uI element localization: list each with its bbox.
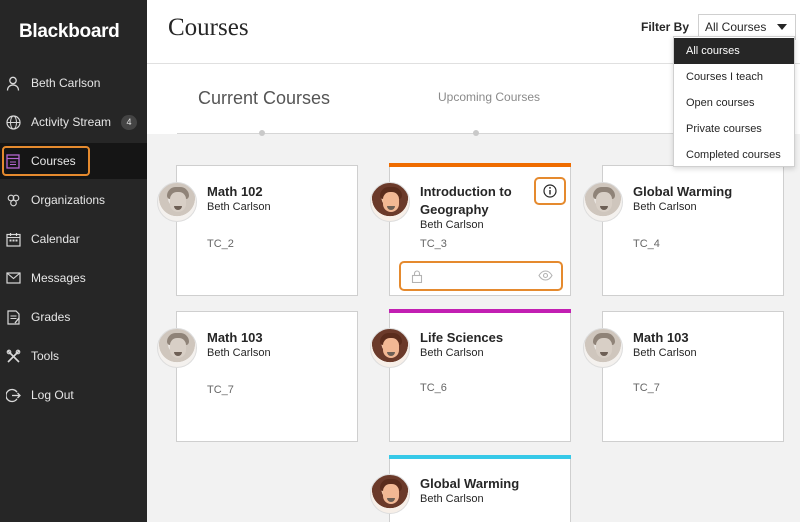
blackboard-logo[interactable]: Blackboard bbox=[0, 0, 147, 64]
course-instructor: Beth Carlson bbox=[633, 347, 725, 359]
course-card[interactable]: Math 103 Beth Carlson TC_7 bbox=[157, 311, 358, 442]
sidebar: Blackboard Beth Carlson Activity Stream … bbox=[0, 0, 147, 522]
course-card[interactable]: Introduction to Geography Beth Carlson T… bbox=[370, 163, 571, 296]
eye-icon[interactable] bbox=[538, 270, 553, 281]
course-instructor: Beth Carlson bbox=[207, 201, 277, 213]
course-instructor: Beth Carlson bbox=[420, 219, 490, 231]
course-card[interactable]: Life Sciences Beth Carlson TC_6 bbox=[370, 309, 571, 442]
course-id: TC_3 bbox=[420, 238, 447, 250]
filter-option-courses-i-teach[interactable]: Courses I teach bbox=[674, 64, 794, 90]
filter-option-open-courses[interactable]: Open courses bbox=[674, 90, 794, 116]
chevron-down-icon bbox=[777, 24, 787, 30]
avatar bbox=[370, 328, 410, 368]
course-color-bar bbox=[389, 163, 571, 167]
sidebar-item-label: Organizations bbox=[31, 193, 106, 207]
timeline-dot bbox=[473, 130, 479, 136]
course-title[interactable]: Life Sciences bbox=[420, 329, 540, 347]
avatar bbox=[370, 182, 410, 222]
filter-label: Filter By bbox=[641, 20, 690, 34]
avatar bbox=[370, 474, 410, 514]
sidebar-item-label: Log Out bbox=[31, 388, 74, 402]
filter-option-private-courses[interactable]: Private courses bbox=[674, 116, 794, 142]
sidebar-item-activity-stream[interactable]: Activity Stream 4 bbox=[0, 104, 147, 140]
sidebar-item-label: Calendar bbox=[31, 232, 80, 246]
course-card[interactable]: Math 103 Beth Carlson TC_7 bbox=[583, 311, 784, 442]
sidebar-item-log-out[interactable]: Log Out bbox=[0, 377, 147, 413]
course-color-bar bbox=[389, 455, 571, 459]
course-instructor: Beth Carlson bbox=[420, 347, 490, 359]
envelope-icon bbox=[5, 270, 21, 286]
user-icon bbox=[5, 75, 21, 91]
globe-icon bbox=[5, 114, 21, 130]
avatar bbox=[157, 182, 197, 222]
tools-icon bbox=[5, 348, 21, 364]
filter-dropdown-menu: All courses Courses I teach Open courses… bbox=[673, 36, 795, 167]
focus-outline bbox=[2, 146, 90, 176]
info-icon bbox=[543, 184, 557, 198]
course-actions-bar bbox=[399, 261, 563, 291]
lock-icon[interactable] bbox=[411, 270, 423, 283]
timeline-dot bbox=[259, 130, 265, 136]
sidebar-item-label: Tools bbox=[31, 349, 60, 363]
course-title[interactable]: Math 103 bbox=[633, 329, 753, 347]
grades-icon bbox=[5, 309, 21, 325]
sidebar-item-calendar[interactable]: Calendar bbox=[0, 221, 147, 257]
course-instructor: Beth Carlson bbox=[420, 493, 490, 505]
filter-selected-value: All Courses bbox=[705, 20, 767, 34]
avatar bbox=[157, 328, 197, 368]
tab-current-courses[interactable]: Current Courses bbox=[198, 88, 330, 109]
course-card[interactable]: Global Warming Beth Carlson TC_4 bbox=[583, 165, 784, 296]
course-id: TC_6 bbox=[420, 382, 447, 394]
course-instructor: Beth Carlson bbox=[207, 347, 277, 359]
course-title[interactable]: Global Warming bbox=[633, 183, 753, 201]
sidebar-item-label: Beth Carlson bbox=[31, 76, 101, 90]
course-title[interactable]: Introduction to Geography bbox=[420, 183, 540, 219]
page-title: Courses bbox=[168, 14, 249, 41]
avatar bbox=[583, 182, 623, 222]
course-color-bar bbox=[389, 309, 571, 313]
course-id: TC_7 bbox=[207, 384, 234, 396]
course-title[interactable]: Global Warming bbox=[420, 475, 540, 493]
course-instructor: Beth Carlson bbox=[633, 201, 725, 213]
course-card[interactable]: Math 102 Beth Carlson TC_2 bbox=[157, 165, 358, 296]
activity-count-badge: 4 bbox=[121, 114, 137, 130]
logout-icon bbox=[5, 387, 21, 403]
course-card[interactable]: Global Warming Beth Carlson bbox=[370, 455, 571, 522]
avatar bbox=[583, 328, 623, 368]
sidebar-item-messages[interactable]: Messages bbox=[0, 260, 147, 296]
course-id: TC_2 bbox=[207, 238, 234, 250]
course-title[interactable]: Math 103 bbox=[207, 329, 327, 347]
sidebar-item-grades[interactable]: Grades bbox=[0, 299, 147, 335]
sidebar-item-profile[interactable]: Beth Carlson bbox=[0, 65, 147, 101]
calendar-icon bbox=[5, 231, 21, 247]
filter-option-completed-courses[interactable]: Completed courses bbox=[674, 142, 794, 168]
sidebar-item-tools[interactable]: Tools bbox=[0, 338, 147, 374]
sidebar-item-label: Grades bbox=[31, 310, 71, 324]
sidebar-item-organizations[interactable]: Organizations bbox=[0, 182, 147, 218]
tab-upcoming-courses[interactable]: Upcoming Courses bbox=[438, 90, 540, 104]
organizations-icon bbox=[5, 192, 21, 208]
course-info-button[interactable] bbox=[534, 177, 566, 205]
sidebar-item-label: Messages bbox=[31, 271, 86, 285]
course-id: TC_7 bbox=[633, 382, 660, 394]
sidebar-item-label: Activity Stream bbox=[31, 115, 112, 129]
course-id: TC_4 bbox=[633, 238, 660, 250]
course-title[interactable]: Math 102 bbox=[207, 183, 327, 201]
filter-option-all-courses[interactable]: All courses bbox=[674, 38, 794, 64]
